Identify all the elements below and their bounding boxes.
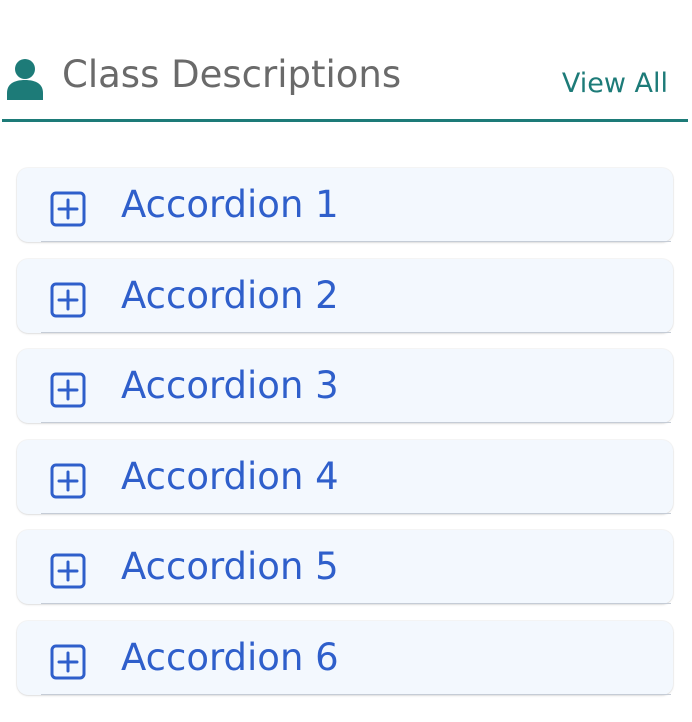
user-icon: [7, 59, 43, 100]
accordion-label: Accordion 1: [121, 183, 339, 226]
accordion-item-3[interactable]: Accordion 3: [17, 349, 673, 424]
plus-square-icon: [50, 463, 86, 499]
plus-square-icon: [50, 553, 86, 589]
plus-square-icon: [50, 282, 86, 318]
plus-square-icon: [50, 372, 86, 408]
plus-square-icon: [50, 191, 86, 227]
accordion-label: Accordion 5: [121, 545, 339, 589]
accordion-list: Accordion 1 Accordion 2 Accordion 3 Acco…: [17, 168, 673, 712]
accordion-label: Accordion 6: [121, 635, 339, 679]
accordion-label: Accordion 3: [121, 364, 339, 408]
accordion-item-6[interactable]: Accordion 6: [17, 620, 673, 695]
accordion-label: Accordion 2: [121, 273, 339, 317]
accordion-label: Accordion 4: [121, 454, 339, 498]
accordion-item-1[interactable]: Accordion 1: [17, 168, 673, 242]
plus-square-icon: [50, 644, 86, 680]
widget-header: Class Descriptions View All: [2, 0, 688, 122]
view-all-link[interactable]: View All: [562, 66, 668, 102]
accordion-item-2[interactable]: Accordion 2: [17, 258, 673, 333]
accordion-item-5[interactable]: Accordion 5: [17, 530, 673, 605]
accordion-item-4[interactable]: Accordion 4: [17, 439, 673, 514]
class-descriptions-widget: Class Descriptions View All Accordion 1 …: [0, 0, 692, 722]
page-title: Class Descriptions: [62, 53, 402, 96]
